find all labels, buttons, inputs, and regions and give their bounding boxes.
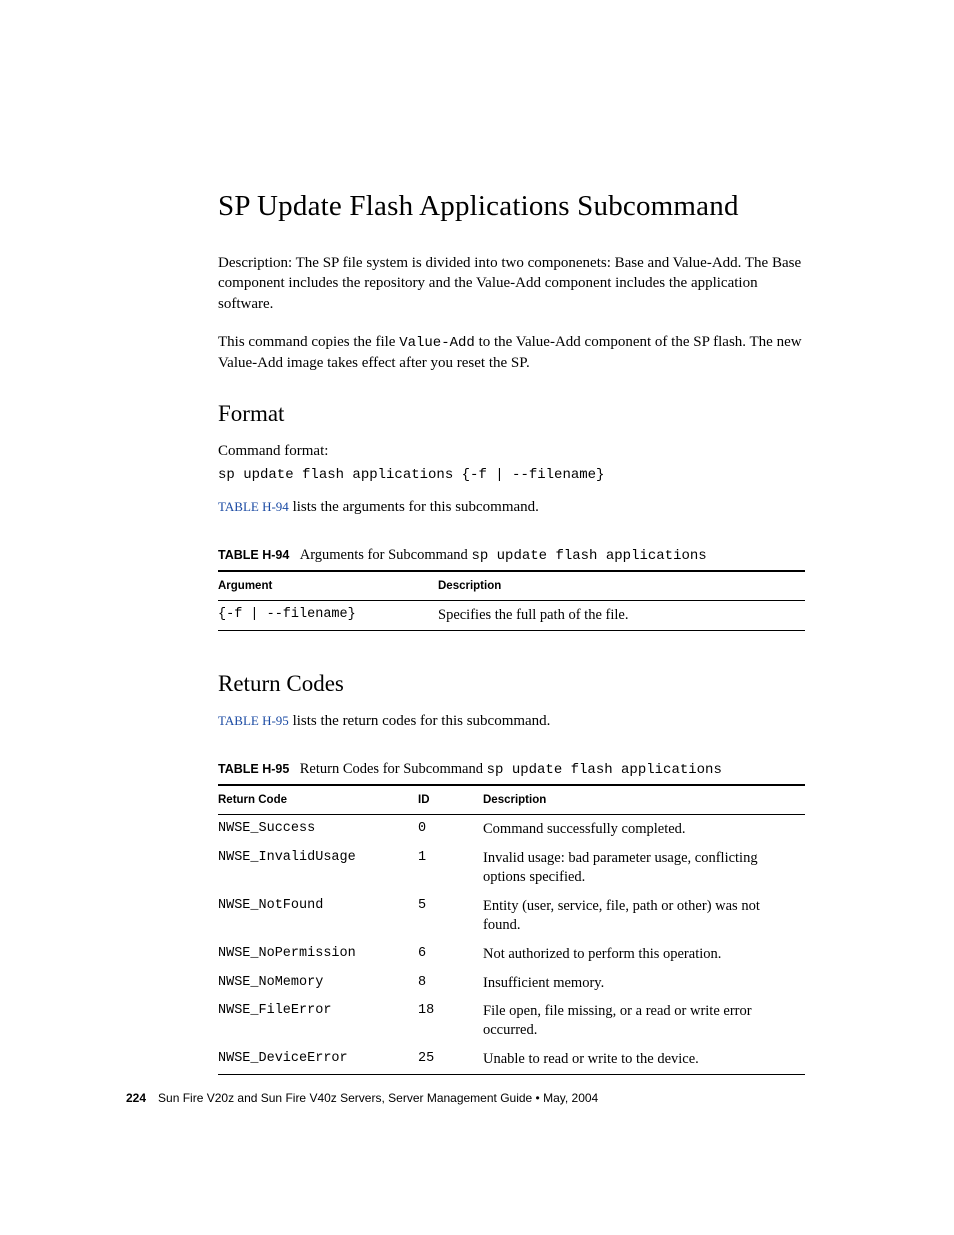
page-footer: 224 Sun Fire V20z and Sun Fire V40z Serve… (126, 1091, 598, 1105)
table94-caption-row: TABLE H-94 Arguments for Subcommand sp u… (218, 547, 805, 572)
arg-cell: {-f | --filename} (218, 601, 438, 631)
id-cell: 1 (418, 844, 483, 892)
description-paragraph-1: Description: The SP file system is divid… (218, 253, 805, 314)
table95-reference: TABLE H-95 lists the return codes for th… (218, 711, 805, 731)
table-row: NWSE_NoMemory8Insufficient memory. (218, 969, 805, 998)
table95-caption-mono: sp update flash applications (487, 762, 722, 778)
desc-cell: File open, file missing, or a read or wr… (483, 997, 805, 1045)
desc-cell: Entity (user, service, file, path or oth… (483, 892, 805, 940)
rc-cell: NWSE_Success (218, 815, 418, 844)
table-row: NWSE_DeviceError25Unable to read or writ… (218, 1045, 805, 1074)
return-codes-table: Return Code ID Description NWSE_Success0… (218, 786, 805, 1074)
table95-caption-pre: Return Codes for Subcommand (300, 761, 487, 777)
th-rc-description: Description (483, 786, 805, 815)
rc-cell: NWSE_NoMemory (218, 969, 418, 998)
th-argument: Argument (218, 572, 438, 601)
rc-cell: NWSE_NotFound (218, 892, 418, 940)
desc-cell: Specifies the full path of the file. (438, 601, 805, 631)
th-return-code: Return Code (218, 786, 418, 815)
table95-label: TABLE H-95 (218, 762, 289, 776)
id-cell: 5 (418, 892, 483, 940)
table94-caption-pre: Arguments for Subcommand (300, 547, 472, 563)
desc-cell: Not authorized to perform this operation… (483, 940, 805, 969)
table-row: NWSE_InvalidUsage1Invalid usage: bad par… (218, 844, 805, 892)
desc-cell: Command successfully completed. (483, 815, 805, 844)
table95-caption-row: TABLE H-95 Return Codes for Subcommand s… (218, 761, 805, 786)
command-format-code: sp update flash applications {-f | --fil… (218, 467, 805, 483)
table95-link[interactable]: TABLE H-95 (218, 713, 289, 728)
page-number: 224 (126, 1091, 146, 1105)
desc-cell: Invalid usage: bad parameter usage, conf… (483, 844, 805, 892)
page-title: SP Update Flash Applications Subcommand (218, 190, 805, 223)
rc-cell: NWSE_DeviceError (218, 1045, 418, 1074)
id-cell: 0 (418, 815, 483, 844)
id-cell: 18 (418, 997, 483, 1045)
desc-cell: Unable to read or write to the device. (483, 1045, 805, 1074)
id-cell: 25 (418, 1045, 483, 1074)
section-format-heading: Format (218, 401, 805, 427)
id-cell: 8 (418, 969, 483, 998)
section-return-heading: Return Codes (218, 671, 805, 697)
table-row: {-f | --filename} Specifies the full pat… (218, 601, 805, 631)
table-row: NWSE_NotFound5Entity (user, service, fil… (218, 892, 805, 940)
table-row: NWSE_NoPermission6Not authorized to perf… (218, 940, 805, 969)
rc-cell: NWSE_NoPermission (218, 940, 418, 969)
th-id: ID (418, 786, 483, 815)
para2-pre: This command copies the file (218, 334, 399, 350)
id-cell: 6 (418, 940, 483, 969)
table94-link[interactable]: TABLE H-94 (218, 499, 289, 514)
desc-cell: Insufficient memory. (483, 969, 805, 998)
para2-mono: Value-Add (399, 335, 475, 351)
command-format-label: Command format: (218, 441, 805, 461)
table95-ref-rest: lists the return codes for this subcomma… (289, 713, 551, 729)
table94-label: TABLE H-94 (218, 548, 289, 562)
table-row: NWSE_FileError18File open, file missing,… (218, 997, 805, 1045)
description-paragraph-2: This command copies the file Value-Add t… (218, 332, 805, 373)
rc-cell: NWSE_InvalidUsage (218, 844, 418, 892)
table-row: NWSE_Success0Command successfully comple… (218, 815, 805, 844)
footer-text: Sun Fire V20z and Sun Fire V40z Servers,… (158, 1091, 598, 1105)
table94-caption-mono: sp update flash applications (471, 548, 706, 564)
table94-ref-rest: lists the arguments for this subcommand. (289, 499, 539, 515)
th-description: Description (438, 572, 805, 601)
rc-cell: NWSE_FileError (218, 997, 418, 1045)
arguments-table: Argument Description {-f | --filename} S… (218, 572, 805, 631)
table94-reference: TABLE H-94 lists the arguments for this … (218, 497, 805, 517)
